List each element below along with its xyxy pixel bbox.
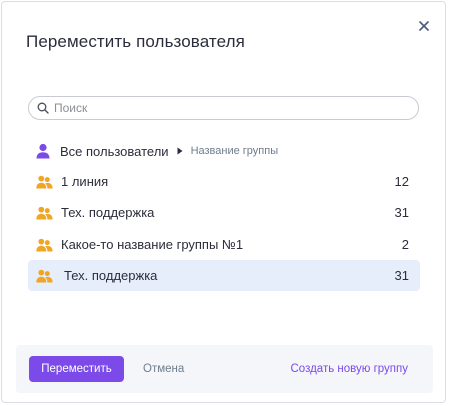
group-name: 1 линия bbox=[61, 174, 109, 189]
dialog-footer: Переместить Отмена Создать новую группу bbox=[16, 345, 433, 393]
create-group-button[interactable]: Создать новую группу bbox=[291, 356, 409, 382]
group-row[interactable]: Тех. поддержка 31 bbox=[28, 197, 420, 228]
users-group-icon bbox=[36, 238, 53, 252]
search-icon bbox=[37, 102, 49, 114]
group-member-count: 2 bbox=[401, 237, 409, 252]
breadcrumb-all-users[interactable]: Все пользователи bbox=[60, 144, 169, 159]
user-icon bbox=[36, 143, 50, 159]
group-row[interactable]: Тех. поддержка 31 bbox=[28, 260, 420, 291]
users-group-icon bbox=[36, 269, 53, 283]
group-row[interactable]: Какое-то название группы №1 2 bbox=[28, 229, 420, 260]
group-name: Какое-то название группы №1 bbox=[61, 237, 244, 252]
search-input[interactable] bbox=[54, 101, 394, 115]
breadcrumb-current-group: Название группы bbox=[190, 145, 279, 157]
group-name: Тех. поддержка bbox=[61, 205, 155, 220]
close-button[interactable] bbox=[415, 17, 433, 35]
move-button[interactable]: Переместить bbox=[29, 356, 124, 382]
group-member-count: 12 bbox=[394, 174, 409, 189]
caret-right-icon bbox=[177, 147, 183, 155]
dialog-title: Переместить пользователя bbox=[26, 32, 245, 51]
group-member-count: 31 bbox=[394, 268, 409, 283]
group-row[interactable]: 1 линия 12 bbox=[28, 166, 420, 197]
group-member-count: 31 bbox=[394, 205, 409, 220]
search-box[interactable] bbox=[28, 96, 419, 120]
close-icon bbox=[419, 21, 429, 31]
move-user-dialog: Переместить пользователя Все пользовател… bbox=[1, 1, 446, 403]
group-name: Тех. поддержка bbox=[64, 268, 158, 283]
cancel-button[interactable]: Отмена bbox=[143, 356, 184, 382]
users-group-icon bbox=[36, 206, 53, 220]
breadcrumb: Все пользователи Название группы bbox=[36, 141, 278, 161]
users-group-icon bbox=[36, 175, 53, 189]
